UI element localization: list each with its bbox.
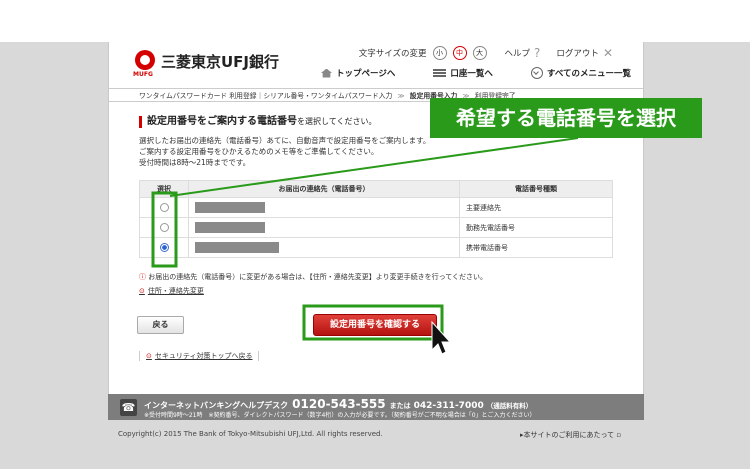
copyright: Copyright(c) 2015 The Bank of Tokyo-Mits… — [118, 430, 383, 438]
radio-cell — [139, 217, 189, 238]
nav-top-label: トップページへ — [336, 69, 396, 79]
warning-icon: ⓘ — [139, 273, 146, 281]
table-row[interactable]: 携帯電話番号 — [139, 237, 613, 258]
helpdesk-or: または — [389, 402, 411, 410]
link-arrow-icon: ⊙ — [146, 352, 152, 360]
radio-cell — [139, 197, 189, 218]
page: MUFG 三菱東京UFJ銀行 文字サイズの変更 小 中 大 ヘルプ ? ログアウ… — [0, 0, 750, 469]
notice-text: お届出の連絡先（電話番号）に変更がある場合は、【住所・連絡先変更】より変更手続き… — [148, 273, 488, 281]
table-header-row: 選択 お届出の連絡先（電話番号） 電話番号種類 — [139, 180, 613, 198]
breadcrumb-sep: ≫ — [397, 92, 405, 100]
main-panel: MUFG 三菱東京UFJ銀行 文字サイズの変更 小 中 大 ヘルプ ? ログアウ… — [108, 42, 644, 394]
home-icon — [321, 68, 332, 78]
logout-link[interactable]: ログアウト — [556, 47, 599, 59]
header-nav: トップページへ 口座一覧へ すべてのメニュー一覧 — [321, 67, 631, 79]
breadcrumb-step-1: ワンタイムパスワードカード 利用登録｜シリアル番号・ワンタイムパスワード入力 — [139, 92, 393, 100]
phone-icon: ☎ — [120, 399, 137, 416]
header: MUFG 三菱東京UFJ銀行 文字サイズの変更 小 中 大 ヘルプ ? ログアウ… — [109, 42, 643, 88]
address-change-link[interactable]: ⊙ 住所・連絡先変更 — [139, 286, 204, 296]
phone-cell — [188, 237, 460, 258]
col-type: 電話番号種類 — [459, 180, 613, 198]
notice: ⓘ お届出の連絡先（電話番号）に変更がある場合は、【住所・連絡先変更】より変更手… — [139, 272, 487, 282]
nav-all-menu[interactable]: すべてのメニュー一覧 — [530, 67, 631, 79]
menu-icon — [530, 67, 543, 79]
logo-sub: MUFG — [133, 71, 153, 78]
description: 選択したお届出の連絡先（電話番号）あてに、自動音声で設定用番号をご案内します。 … — [139, 135, 430, 168]
font-size-large[interactable]: 大 — [472, 46, 487, 60]
back-button[interactable]: 戻る — [137, 316, 184, 334]
font-size-small[interactable]: 小 — [432, 46, 447, 60]
security-top-link[interactable]: ⊙ セキュリティ対策トップへ戻る — [139, 351, 260, 361]
radio-work-phone[interactable] — [159, 223, 169, 232]
section-title: 設定用番号をご案内する電話番号を選択してください。 — [139, 116, 377, 128]
type-cell: 携帯電話番号 — [459, 237, 613, 258]
helpdesk-line: インターネットバンキングヘルプデスク 0120-543-555 または 042-311… — [144, 397, 532, 411]
table-row[interactable]: 勤務先電話番号 — [139, 217, 613, 238]
table-row[interactable]: 主要連絡先 — [139, 197, 613, 218]
type-cell: 主要連絡先 — [459, 197, 613, 218]
nav-accounts[interactable]: 口座一覧へ — [433, 67, 493, 79]
title-suffix: を選択してください。 — [297, 117, 377, 126]
close-icon[interactable]: ✕ — [603, 46, 613, 60]
radio-cell — [139, 237, 189, 258]
masked-phone — [195, 202, 265, 213]
col-phone: お届出の連絡先（電話番号） — [188, 180, 460, 198]
site-usage-link[interactable]: ▸本サイトのご利用にあたって ▫ — [520, 430, 621, 440]
site-usage-label: 本サイトのご利用にあたって — [523, 431, 615, 439]
desc-line-1: 選択したお届出の連絡先（電話番号）あてに、自動音声で設定用番号をご案内します。 — [139, 136, 431, 145]
helpdesk-label: インターネットバンキングヘルプデスク — [144, 401, 289, 410]
mufg-logo-icon[interactable] — [135, 50, 155, 70]
annotation-label: 希望する電話番号を選択 — [430, 98, 702, 138]
phone-cell — [188, 217, 460, 238]
font-size-label: 文字サイズの変更 — [358, 49, 427, 59]
nav-menu-label: すべてのメニュー一覧 — [546, 69, 631, 79]
list-icon — [433, 68, 447, 78]
helpdesk-toll: （通話料有料） — [486, 402, 533, 410]
phone-cell — [188, 197, 460, 218]
link-arrow-icon: ⊙ — [139, 287, 145, 295]
phone-table: 選択 お届出の連絡先（電話番号） 電話番号種類 主要連絡先 勤務先電話番号 携帯… — [139, 180, 613, 258]
security-link-label: セキュリティ対策トップへ戻る — [154, 352, 253, 360]
radio-mobile-phone[interactable] — [159, 243, 169, 252]
title-main: 設定用番号をご案内する電話番号 — [147, 116, 297, 127]
desc-line-3: 受付時間は8時～21時までです。 — [139, 158, 251, 167]
font-size-medium[interactable]: 中 — [452, 46, 467, 60]
help-link[interactable]: ヘルプ — [505, 47, 531, 59]
nav-top-page[interactable]: トップページへ — [321, 67, 395, 79]
col-select: 選択 — [139, 180, 189, 198]
desc-line-2: ご案内する設定用番号をひかえるためのメモ等をご準備してください。 — [139, 147, 379, 156]
masked-phone — [195, 222, 265, 233]
bank-name[interactable]: 三菱東京UFJ銀行 — [161, 51, 279, 72]
address-link-label: 住所・連絡先変更 — [147, 287, 204, 295]
top-blank — [0, 0, 750, 42]
radio-main-contact[interactable] — [159, 203, 169, 212]
header-links: 文字サイズの変更 小 中 大 ヘルプ ? ログアウト ✕ — [359, 46, 613, 60]
nav-accounts-label: 口座一覧へ — [450, 69, 493, 79]
help-icon[interactable]: ? — [534, 46, 540, 60]
helpdesk-number: 0120-543-555 — [292, 397, 386, 411]
confirm-button[interactable]: 設定用番号を確認する — [313, 314, 437, 336]
helpdesk-bar: ☎ インターネットバンキングヘルプデスク 0120-543-555 または 042-3… — [108, 394, 644, 420]
type-cell: 勤務先電話番号 — [459, 217, 613, 238]
helpdesk-note: ※受付時間9時～21時 ※契約番号、ダイレクトパスワード（数字4桁）の入力が必要… — [144, 412, 536, 419]
masked-phone — [195, 242, 279, 253]
